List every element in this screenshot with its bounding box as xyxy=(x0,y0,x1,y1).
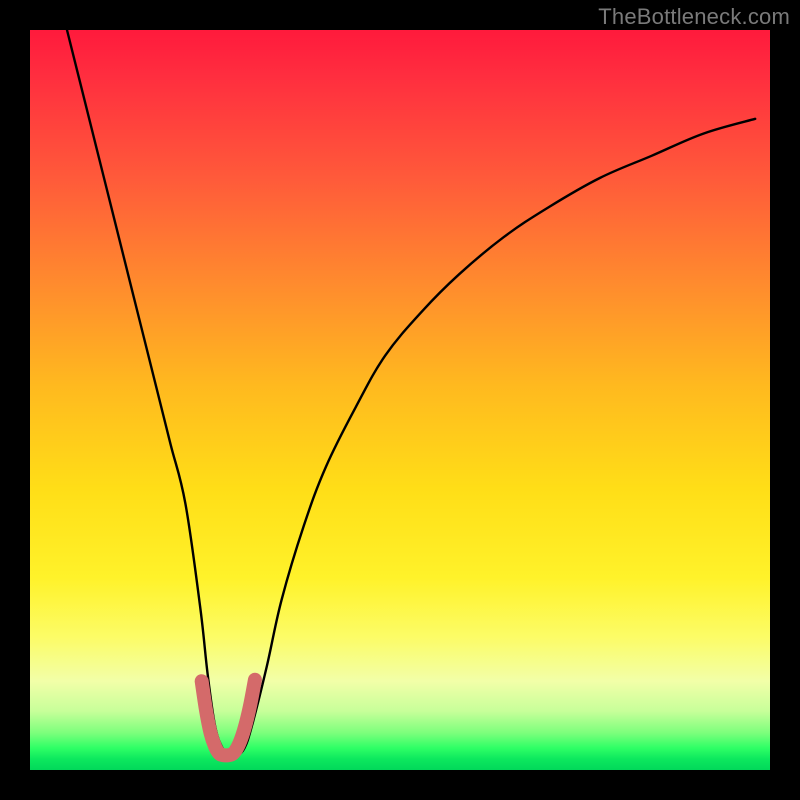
chart-frame: TheBottleneck.com xyxy=(0,0,800,800)
watermark-text: TheBottleneck.com xyxy=(598,4,790,30)
bottleneck-curve-path xyxy=(67,30,755,756)
chart-svg xyxy=(30,30,770,770)
